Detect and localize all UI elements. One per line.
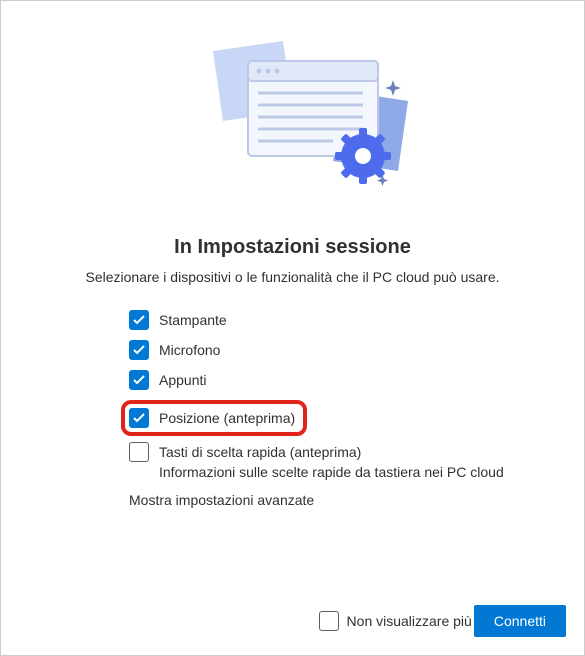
checkbox-shortcuts[interactable] bbox=[129, 442, 149, 462]
dialog-footer: Non visualizzare più Connetti bbox=[319, 605, 566, 637]
dialog-subtitle: Selezionare i dispositivi o le funzional… bbox=[1, 269, 584, 285]
checkbox-printer[interactable] bbox=[129, 310, 149, 330]
label-microphone: Microfono bbox=[159, 340, 220, 360]
option-microphone: Microfono bbox=[129, 340, 584, 360]
label-dont-show: Non visualizzare più bbox=[347, 613, 472, 629]
shortcuts-subtext[interactable]: Informazioni sulle scelte rapide da tast… bbox=[159, 464, 584, 480]
option-printer: Stampante bbox=[129, 310, 584, 330]
label-printer: Stampante bbox=[159, 310, 227, 330]
checkbox-microphone[interactable] bbox=[129, 340, 149, 360]
check-icon bbox=[133, 375, 145, 385]
checkbox-location[interactable] bbox=[129, 408, 149, 428]
check-icon bbox=[133, 315, 145, 325]
option-location-highlighted: Posizione (anteprima) bbox=[129, 400, 584, 442]
connect-button[interactable]: Connetti bbox=[474, 605, 566, 637]
label-shortcuts: Tasti di scelta rapida (anteprima) bbox=[159, 442, 361, 462]
check-icon bbox=[133, 413, 145, 423]
session-settings-illustration-icon bbox=[163, 31, 423, 211]
label-location: Posizione (anteprima) bbox=[159, 408, 295, 428]
dont-show-row: Non visualizzare più bbox=[319, 611, 472, 631]
option-clipboard: Appunti bbox=[129, 370, 584, 390]
options-list: Stampante Microfono Appunti Posizione (a… bbox=[1, 310, 584, 508]
option-shortcuts: Tasti di scelta rapida (anteprima) bbox=[129, 442, 584, 462]
dialog-title: In Impostazioni sessione bbox=[1, 236, 584, 259]
label-clipboard: Appunti bbox=[159, 370, 206, 390]
advanced-settings-link[interactable]: Mostra impostazioni avanzate bbox=[129, 492, 584, 508]
highlight-box: Posizione (anteprima) bbox=[121, 400, 307, 436]
check-icon bbox=[133, 345, 145, 355]
illustration bbox=[1, 1, 584, 211]
checkbox-clipboard[interactable] bbox=[129, 370, 149, 390]
checkbox-dont-show[interactable] bbox=[319, 611, 339, 631]
